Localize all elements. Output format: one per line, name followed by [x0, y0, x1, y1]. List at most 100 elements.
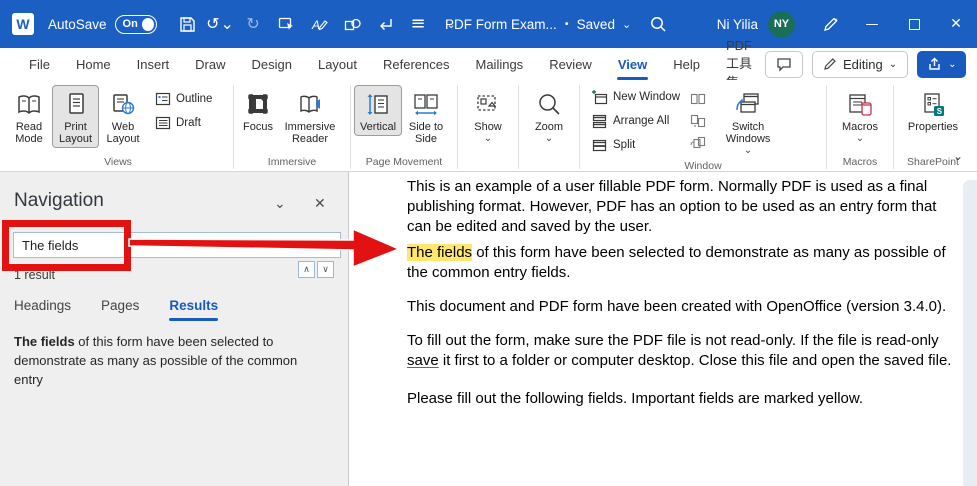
show-button[interactable]: Show ⌄	[463, 85, 513, 147]
save-button[interactable]	[173, 9, 202, 39]
annotation-rectangle	[2, 220, 131, 271]
maximize-icon	[909, 19, 920, 30]
ribbon: Read Mode Print Layout Web Layout Outlin…	[0, 80, 977, 172]
maximize-button[interactable]	[893, 0, 935, 48]
svg-text:A: A	[311, 18, 320, 32]
collapse-ribbon-button[interactable]: ⌄	[953, 149, 963, 163]
title-chevron-icon: ⌄	[622, 18, 631, 31]
word-window: W AutoSave On ↺⌄ ↻ A	[0, 0, 977, 486]
document-text[interactable]: This is an example of a user fillable PD…	[407, 177, 961, 423]
undo-button[interactable]: ↺⌄	[206, 9, 235, 39]
properties-icon: S	[918, 90, 948, 120]
minimize-button[interactable]: —	[851, 0, 893, 48]
paragraph-4: To fill out the form, make sure the PDF …	[407, 331, 961, 371]
pointer-mode-button[interactable]	[272, 9, 301, 39]
tab-design[interactable]: Design	[239, 48, 305, 80]
outline-button[interactable]: Outline	[151, 89, 216, 109]
views-group-label: Views	[6, 155, 230, 171]
synchronous-scrolling-button[interactable]	[688, 113, 708, 129]
editing-mode-button[interactable]: Editing ⌄	[812, 51, 908, 78]
zoom-button[interactable]: Zoom ⌄	[524, 85, 574, 147]
close-button[interactable]: ✕	[935, 0, 977, 48]
tab-references[interactable]: References	[370, 48, 462, 80]
focus-button[interactable]: Focus	[237, 85, 279, 136]
nav-tab-results[interactable]: Results	[169, 298, 218, 321]
view-side-by-side-button[interactable]	[688, 91, 708, 107]
arrange-all-button[interactable]: Arrange All	[587, 111, 684, 131]
nav-tab-pages[interactable]: Pages	[101, 298, 139, 321]
navigation-options-chevron-icon[interactable]: ⌄	[274, 196, 286, 212]
shapes-button[interactable]	[338, 9, 367, 39]
print-layout-button[interactable]: Print Layout	[52, 85, 99, 148]
arrange-all-icon	[591, 113, 608, 130]
titlebar-right: Ni Yilia NY — ✕	[637, 0, 977, 48]
focus-label: Focus	[243, 121, 273, 133]
immersive-reader-button[interactable]: Immersive Reader	[279, 85, 341, 148]
paragraph-2-rest: of this form have been selected to demon…	[407, 244, 946, 281]
share-button[interactable]: ⌄	[917, 51, 966, 78]
pen-tools-button[interactable]	[809, 0, 851, 48]
user-avatar[interactable]: NY	[768, 11, 795, 38]
vertical-button[interactable]: Vertical	[354, 85, 402, 136]
zoom-group-label	[522, 167, 576, 171]
tab-home[interactable]: Home	[63, 48, 124, 80]
navigation-tabs: Headings Pages Results	[14, 298, 248, 321]
search-result-item[interactable]: The fields of this form have been select…	[14, 332, 318, 389]
search-clear-icon[interactable]: ✕	[323, 239, 332, 252]
next-result-button[interactable]: ∨	[317, 261, 334, 278]
properties-button[interactable]: S Properties	[900, 85, 966, 136]
read-mode-label: Read Mode	[10, 121, 48, 145]
macros-button[interactable]: Macros ⌄	[833, 85, 887, 147]
redo-button[interactable]: ↻	[239, 9, 268, 39]
autosave-control[interactable]: AutoSave On	[48, 15, 157, 34]
nav-tab-headings[interactable]: Headings	[14, 298, 71, 321]
editing-label: Editing	[843, 57, 883, 72]
split-button[interactable]: Split	[587, 135, 684, 155]
web-layout-label: Web Layout	[103, 121, 143, 145]
vertical-scrollbar[interactable]	[963, 180, 977, 486]
title-bar: W AutoSave On ↺⌄ ↻ A	[0, 0, 977, 48]
tab-mailings[interactable]: Mailings	[463, 48, 537, 80]
tab-view[interactable]: View	[605, 48, 660, 80]
draft-button[interactable]: Draft	[151, 113, 216, 133]
draft-label: Draft	[176, 117, 201, 129]
share-icon	[927, 57, 942, 72]
ink-editor-button[interactable]: A	[305, 9, 334, 39]
new-window-button[interactable]: New Window	[587, 87, 684, 107]
line-spacing-button[interactable]: ≡	[404, 9, 433, 39]
tab-file[interactable]: File	[16, 48, 63, 80]
sync-scrolling-icon	[690, 114, 706, 128]
paragraph-1: This is an example of a user fillable PD…	[407, 177, 961, 237]
tab-pdf-tools[interactable]: PDF工具集	[713, 48, 765, 80]
web-layout-button[interactable]: Web Layout	[99, 85, 147, 148]
tab-help[interactable]: Help	[660, 48, 713, 80]
document-title[interactable]: PDF Form Exam... • Saved ⌄	[445, 0, 631, 48]
tab-layout[interactable]: Layout	[305, 48, 370, 80]
reset-window-position-button[interactable]	[688, 135, 708, 151]
new-window-icon	[591, 89, 608, 106]
group-divider	[518, 85, 519, 169]
navigation-close-button[interactable]: ✕	[314, 196, 326, 212]
autosave-toggle[interactable]: On	[115, 15, 157, 34]
ink-editor-icon: A	[310, 15, 329, 34]
paragraph-4-post: it first to a folder or computer desktop…	[439, 352, 952, 369]
show-group-label	[461, 167, 515, 171]
previous-result-button[interactable]: ∧	[298, 261, 315, 278]
comments-button[interactable]	[765, 51, 803, 78]
search-button[interactable]	[637, 0, 679, 48]
tab-review[interactable]: Review	[536, 48, 605, 80]
new-window-label: New Window	[613, 91, 680, 103]
tab-draw[interactable]: Draw	[182, 48, 238, 80]
side-by-side-icon	[690, 92, 706, 106]
tab-insert[interactable]: Insert	[124, 48, 183, 80]
web-layout-icon	[108, 90, 138, 120]
highlighted-match: The fields	[407, 244, 472, 261]
read-mode-button[interactable]: Read Mode	[6, 85, 52, 148]
zoom-chevron-icon: ⌄	[545, 134, 553, 144]
word-app-icon[interactable]: W	[12, 13, 34, 35]
print-layout-label: Print Layout	[56, 121, 95, 145]
side-to-side-button[interactable]: Side to Side	[402, 85, 450, 148]
search-icon	[649, 15, 667, 33]
insert-return-button[interactable]	[371, 9, 400, 39]
switch-windows-button[interactable]: Switch Windows ⌄	[714, 85, 782, 159]
